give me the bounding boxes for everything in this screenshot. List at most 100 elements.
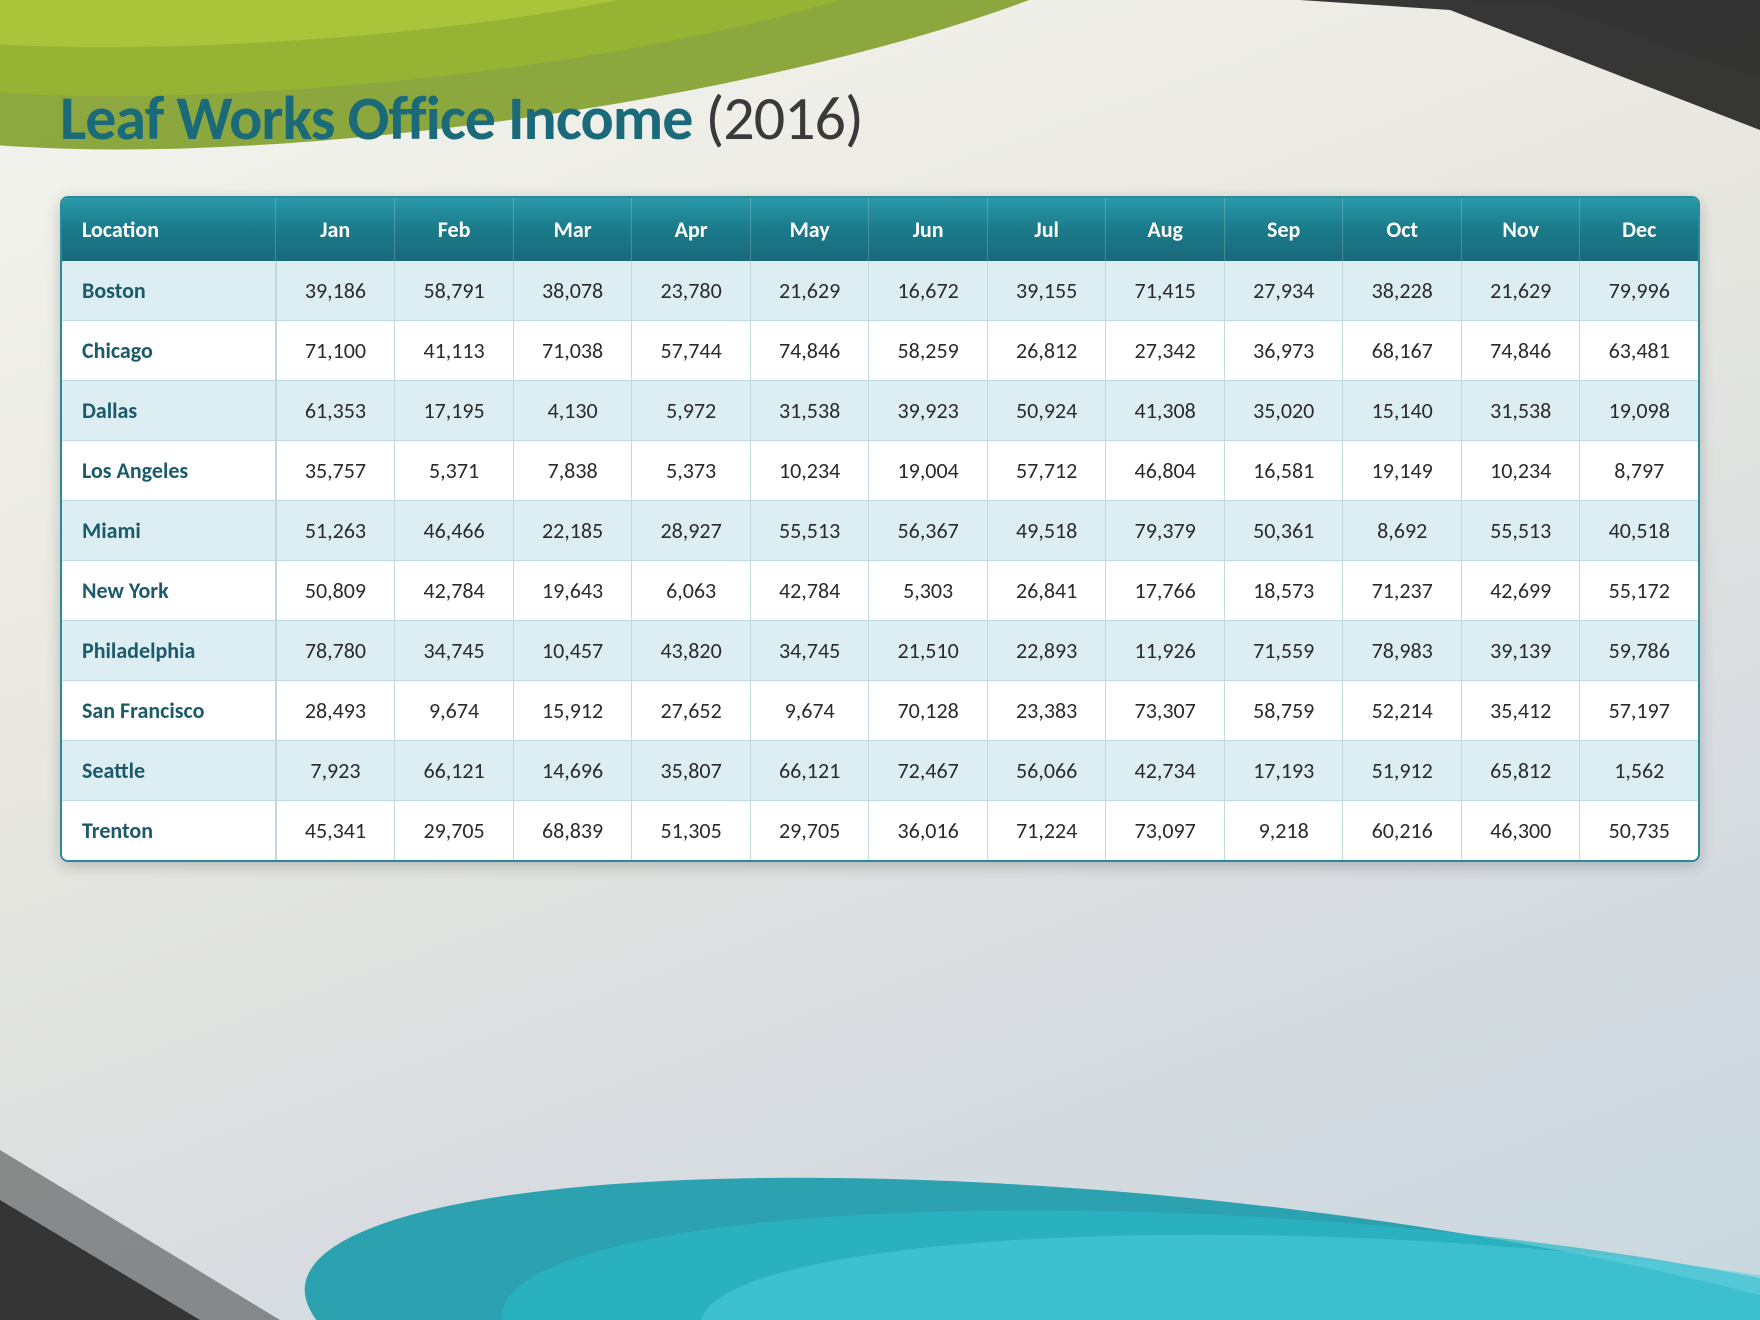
- cell-dec: 59,786: [1580, 621, 1698, 681]
- cell-mar: 15,912: [513, 681, 632, 741]
- cell-sep: 17,193: [1224, 741, 1343, 801]
- cell-may: 9,674: [750, 681, 869, 741]
- cell-dec: 55,172: [1580, 561, 1698, 621]
- col-header-location: Location: [62, 198, 276, 261]
- cell-dec: 8,797: [1580, 441, 1698, 501]
- cell-aug: 27,342: [1106, 321, 1225, 381]
- cell-apr: 28,927: [632, 501, 751, 561]
- cell-nov: 31,538: [1461, 381, 1580, 441]
- cell-oct: 78,983: [1343, 621, 1462, 681]
- main-content: Leaf Works Office Income (2016) Location…: [0, 0, 1760, 922]
- cell-feb: 42,784: [395, 561, 514, 621]
- cell-aug: 71,415: [1106, 261, 1225, 321]
- cell-jun: 36,016: [869, 801, 988, 861]
- page-title: Leaf Works Office Income (2016): [60, 80, 1700, 156]
- cell-dec: 57,197: [1580, 681, 1698, 741]
- cell-apr: 51,305: [632, 801, 751, 861]
- cell-dec: 63,481: [1580, 321, 1698, 381]
- cell-dec: 50,735: [1580, 801, 1698, 861]
- cell-feb: 34,745: [395, 621, 514, 681]
- cell-oct: 38,228: [1343, 261, 1462, 321]
- cell-feb: 9,674: [395, 681, 514, 741]
- col-header-nov: Nov: [1461, 198, 1580, 261]
- cell-jul: 57,712: [987, 441, 1106, 501]
- cell-nov: 46,300: [1461, 801, 1580, 861]
- cell-dec: 40,518: [1580, 501, 1698, 561]
- cell-jun: 70,128: [869, 681, 988, 741]
- cell-aug: 73,307: [1106, 681, 1225, 741]
- cell-location: Chicago: [62, 321, 276, 381]
- col-header-mar: Mar: [513, 198, 632, 261]
- cell-sep: 9,218: [1224, 801, 1343, 861]
- cell-jul: 23,383: [987, 681, 1106, 741]
- cell-oct: 15,140: [1343, 381, 1462, 441]
- cell-sep: 50,361: [1224, 501, 1343, 561]
- cell-jan: 28,493: [276, 681, 395, 741]
- title-bold: Leaf Works Office Income: [60, 80, 692, 156]
- cell-may: 21,629: [750, 261, 869, 321]
- cell-nov: 55,513: [1461, 501, 1580, 561]
- cell-sep: 27,934: [1224, 261, 1343, 321]
- cell-apr: 35,807: [632, 741, 751, 801]
- cell-dec: 19,098: [1580, 381, 1698, 441]
- cell-nov: 10,234: [1461, 441, 1580, 501]
- cell-apr: 57,744: [632, 321, 751, 381]
- cell-mar: 4,130: [513, 381, 632, 441]
- cell-jan: 35,757: [276, 441, 395, 501]
- table-row: Philadelphia78,78034,74510,45743,82034,7…: [62, 621, 1698, 681]
- cell-sep: 58,759: [1224, 681, 1343, 741]
- cell-jul: 56,066: [987, 741, 1106, 801]
- table-row: Dallas61,35317,1954,1305,97231,53839,923…: [62, 381, 1698, 441]
- cell-apr: 5,373: [632, 441, 751, 501]
- cell-dec: 1,562: [1580, 741, 1698, 801]
- cell-apr: 5,972: [632, 381, 751, 441]
- cell-nov: 39,139: [1461, 621, 1580, 681]
- income-table: Location Jan Feb Mar Apr May Jun Jul Aug…: [62, 198, 1698, 860]
- title-light: (2016): [692, 80, 862, 156]
- cell-dec: 79,996: [1580, 261, 1698, 321]
- cell-jun: 56,367: [869, 501, 988, 561]
- cell-may: 74,846: [750, 321, 869, 381]
- cell-oct: 52,214: [1343, 681, 1462, 741]
- data-table-container: Location Jan Feb Mar Apr May Jun Jul Aug…: [60, 196, 1700, 862]
- cell-mar: 10,457: [513, 621, 632, 681]
- table-row: Boston39,18658,79138,07823,78021,62916,6…: [62, 261, 1698, 321]
- cell-location: New York: [62, 561, 276, 621]
- col-header-aug: Aug: [1106, 198, 1225, 261]
- cell-mar: 38,078: [513, 261, 632, 321]
- cell-mar: 68,839: [513, 801, 632, 861]
- cell-aug: 73,097: [1106, 801, 1225, 861]
- cell-location: Philadelphia: [62, 621, 276, 681]
- cell-oct: 60,216: [1343, 801, 1462, 861]
- cell-feb: 5,371: [395, 441, 514, 501]
- col-header-dec: Dec: [1580, 198, 1698, 261]
- cell-may: 55,513: [750, 501, 869, 561]
- cell-location: Boston: [62, 261, 276, 321]
- cell-feb: 58,791: [395, 261, 514, 321]
- cell-oct: 8,692: [1343, 501, 1462, 561]
- cell-apr: 6,063: [632, 561, 751, 621]
- cell-aug: 41,308: [1106, 381, 1225, 441]
- cell-may: 29,705: [750, 801, 869, 861]
- cell-location: Los Angeles: [62, 441, 276, 501]
- cell-may: 10,234: [750, 441, 869, 501]
- cell-feb: 29,705: [395, 801, 514, 861]
- cell-oct: 51,912: [1343, 741, 1462, 801]
- col-header-jul: Jul: [987, 198, 1106, 261]
- cell-nov: 74,846: [1461, 321, 1580, 381]
- cell-jan: 78,780: [276, 621, 395, 681]
- col-header-feb: Feb: [395, 198, 514, 261]
- cell-jul: 26,812: [987, 321, 1106, 381]
- cell-jul: 26,841: [987, 561, 1106, 621]
- cell-jan: 7,923: [276, 741, 395, 801]
- col-header-sep: Sep: [1224, 198, 1343, 261]
- table-header-row: Location Jan Feb Mar Apr May Jun Jul Aug…: [62, 198, 1698, 261]
- table-row: Miami51,26346,46622,18528,92755,51356,36…: [62, 501, 1698, 561]
- cell-jun: 72,467: [869, 741, 988, 801]
- cell-aug: 42,734: [1106, 741, 1225, 801]
- cell-mar: 22,185: [513, 501, 632, 561]
- table-row: Seattle7,92366,12114,69635,80766,12172,4…: [62, 741, 1698, 801]
- cell-jan: 51,263: [276, 501, 395, 561]
- cell-aug: 11,926: [1106, 621, 1225, 681]
- cell-sep: 71,559: [1224, 621, 1343, 681]
